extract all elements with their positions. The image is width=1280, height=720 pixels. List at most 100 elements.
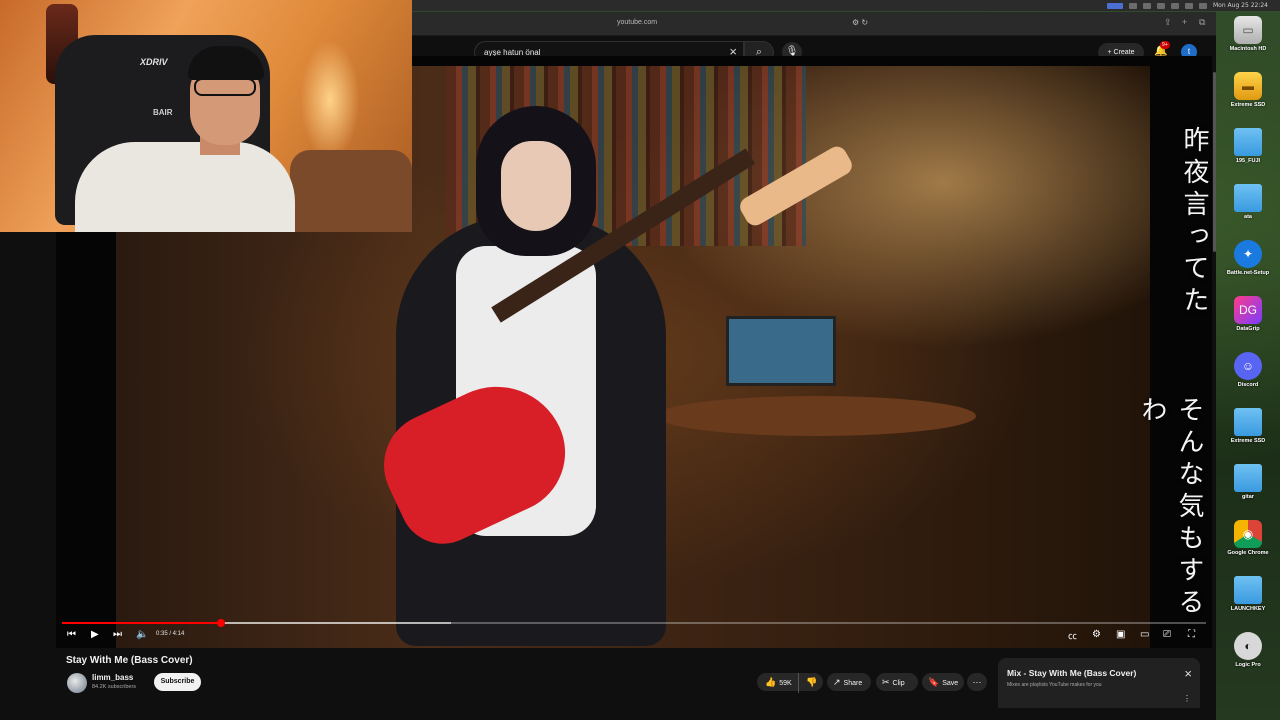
battery-icon[interactable] — [1184, 2, 1193, 9]
like-count: 59K — [779, 680, 792, 687]
desktop-icon-label: Extreme SSD — [1230, 438, 1266, 444]
folder-icon — [1234, 576, 1262, 604]
more-vertical-icon[interactable]: ⋮ — [1183, 694, 1191, 703]
performer-face — [501, 141, 571, 231]
desktop-icon-item[interactable]: 195_FUJI — [1222, 128, 1274, 164]
previous-icon[interactable]: ⏮ — [67, 629, 76, 640]
next-icon[interactable]: ⏭ — [113, 629, 122, 640]
page-scrollbar[interactable] — [1213, 72, 1216, 252]
menu-extra-icon[interactable] — [1128, 2, 1137, 9]
play-icon[interactable]: ▶ — [91, 629, 99, 640]
streamer-shirt — [75, 142, 295, 232]
mix-panel[interactable]: Mix - Stay With Me (Bass Cover) Mixes ar… — [998, 658, 1200, 708]
settings-gear-icon[interactable]: ⚙ — [1092, 629, 1101, 640]
captions-icon[interactable]: ㏄ — [1068, 629, 1077, 642]
volume-icon[interactable]: 🔈 — [136, 629, 148, 640]
create-label: Create — [1113, 49, 1135, 56]
wifi-icon[interactable] — [1170, 2, 1179, 9]
menu-clock[interactable]: Mon Aug 25 22:24 — [1213, 2, 1268, 9]
browser-toolbar: youtube.com ⚙ ↻ ⇪ + ⧉ — [412, 12, 1216, 36]
cast-icon[interactable]: ⎚ — [1163, 629, 1171, 640]
desktop-icon-item[interactable]: ☺ Discord — [1222, 352, 1274, 388]
save-label: Save — [942, 680, 959, 687]
theater-mode-icon[interactable]: ▭ — [1140, 629, 1149, 640]
more-actions-button[interactable]: ⋯ — [967, 673, 987, 691]
fullscreen-icon[interactable]: ⛶ — [1188, 629, 1195, 640]
time-display: 0:35 / 4:14 — [156, 631, 185, 637]
share-icon: ↗ — [833, 677, 841, 687]
desktop-icon-item[interactable]: ▬ Extreme SSD — [1222, 72, 1274, 108]
share-label: Share — [843, 680, 863, 687]
lyric-line: そんな気もするわ — [1137, 396, 1204, 620]
webcam-overlay: XDRIV BAIR — [0, 0, 412, 232]
subscriber-count: 84.2K subscribers — [92, 684, 137, 690]
save-button[interactable]: 🔖 Save — [922, 673, 964, 691]
ssd-icon: ▬ — [1234, 72, 1262, 100]
close-icon[interactable]: × — [1184, 666, 1192, 681]
tab-overview-icon[interactable]: ⧉ — [1199, 17, 1205, 28]
like-button[interactable]: 👍 59K — [757, 673, 799, 693]
desktop-icon-item[interactable]: ◉ Google Chrome — [1222, 520, 1274, 556]
folder-icon — [1234, 464, 1262, 492]
lyric-line: 昨夜言ってた — [1179, 126, 1209, 318]
lamp-glow — [300, 40, 360, 160]
like-dislike-group: 👍 59K 👎 — [757, 673, 823, 693]
thumbs-down-icon: 👎 — [806, 677, 818, 687]
desktop-icon-label: Battle.net-Setup — [1226, 270, 1270, 276]
battlenet-icon: ✦ — [1234, 240, 1262, 268]
notification-badge: 9+ — [1160, 41, 1170, 49]
menu-extra-icon[interactable] — [1142, 2, 1151, 9]
miniplayer-icon[interactable]: ▣ — [1116, 629, 1125, 640]
share-icon[interactable]: ⇪ — [1164, 17, 1172, 28]
discord-icon: ☺ — [1234, 352, 1262, 380]
desktop-icon-item[interactable]: LAUNCHKEY — [1222, 576, 1274, 612]
desktop-icon-item[interactable]: ◐ Logic Pro — [1222, 632, 1274, 668]
menu-bar: Mon Aug 25 22:24 — [412, 0, 1280, 11]
logic-pro-icon: ◐ — [1234, 632, 1262, 660]
bluetooth-icon[interactable] — [1156, 2, 1165, 9]
desktop-icon-label: LAUNCHKEY — [1230, 606, 1266, 612]
desktop-icon-item[interactable]: Extreme SSD — [1222, 408, 1274, 444]
channel-avatar[interactable] — [67, 673, 87, 693]
progress-scrubber[interactable] — [217, 619, 226, 627]
desktop-icon-label: ata — [1244, 214, 1252, 220]
chrome-icon: ◉ — [1234, 520, 1262, 548]
menu-extra-icon[interactable] — [1106, 2, 1123, 9]
desktop-icon-item[interactable]: gitar — [1222, 464, 1274, 500]
desktop-icon-label: DataGrip — [1236, 326, 1260, 332]
dislike-button[interactable]: 👎 — [803, 673, 821, 691]
clip-label: Clip — [892, 680, 905, 687]
desktop-icon-label: Extreme SSD — [1230, 102, 1266, 108]
desktop-icon-label: Logic Pro — [1235, 662, 1261, 668]
lyrics-overlay: 昨夜言ってた そんな気もするわ — [1126, 126, 1212, 646]
desktop-icon-label: gitar — [1242, 494, 1254, 500]
desktop-icon-item[interactable]: ✦ Battle.net-Setup — [1222, 240, 1274, 276]
datagrip-icon: DG — [1234, 296, 1262, 324]
streamer-glasses — [194, 78, 256, 96]
desktop-icon-label: Google Chrome — [1227, 550, 1269, 556]
folder-icon — [1234, 408, 1262, 436]
desktop-icon-item[interactable]: ▭ Macintosh HD — [1222, 16, 1274, 52]
desktop-icon-label: Macintosh HD — [1229, 46, 1267, 52]
clip-button[interactable]: ✂ Clip — [876, 673, 918, 691]
progress-bar[interactable] — [62, 619, 1206, 627]
control-center-icon[interactable] — [1198, 2, 1207, 9]
mix-title[interactable]: Mix - Stay With Me (Bass Cover) — [1007, 668, 1136, 678]
desktop-icon-item[interactable]: DG DataGrip — [1222, 296, 1274, 332]
chair-brand-logo: XDRIV — [140, 57, 168, 67]
share-button[interactable]: ↗ Share — [827, 673, 871, 691]
reload-icon[interactable]: ⚙ ↻ — [852, 18, 868, 27]
desktop-icon-item[interactable]: ata — [1222, 184, 1274, 220]
mix-subtitle: Mixes are playlists YouTube makes for yo… — [1007, 682, 1102, 688]
laptop — [726, 316, 836, 386]
desktop-icon-label: 195_FUJI — [1235, 158, 1261, 164]
address-bar[interactable]: youtube.com — [617, 19, 657, 26]
table — [656, 396, 976, 436]
new-tab-icon[interactable]: + — [1182, 17, 1187, 27]
bookmark-icon: 🔖 — [928, 677, 940, 687]
subscribe-button[interactable]: Subscribe — [154, 673, 201, 691]
scissors-icon: ✂ — [882, 677, 890, 687]
sofa — [290, 150, 412, 232]
channel-name[interactable]: limm_bass — [92, 673, 133, 682]
progress-played — [62, 622, 222, 624]
